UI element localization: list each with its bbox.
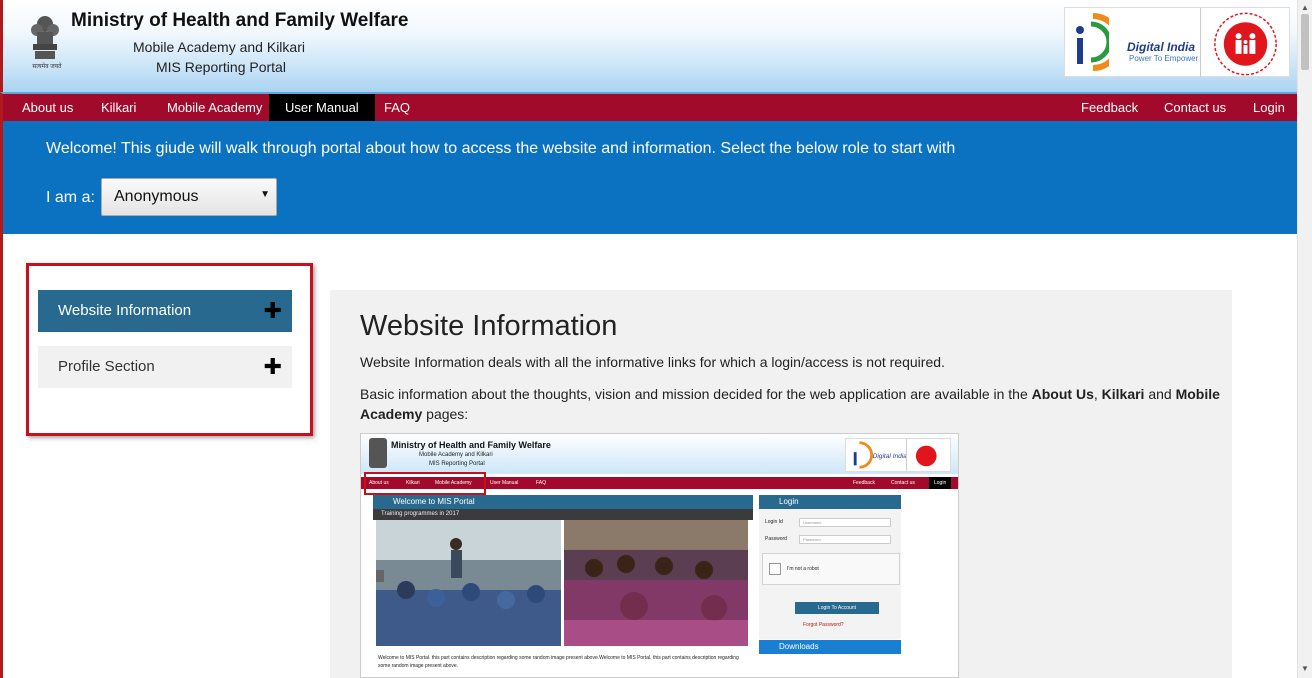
screenshot-subtitle-1: Mobile Academy and Kilkari — [419, 452, 493, 458]
welcome-text: Welcome! This giude will walk through po… — [46, 140, 956, 157]
nav-faq[interactable]: FAQ — [368, 94, 426, 121]
scroll-down-icon[interactable]: ▼ — [1301, 664, 1309, 673]
about-us-mention: About Us — [1031, 386, 1094, 402]
partner-logos: Digital India Power To Empower — [1064, 7, 1290, 78]
screenshot-subtitle-2: MIS Reporting Portal — [429, 461, 485, 467]
site-subtitle-1: Mobile Academy and Kilkari — [133, 39, 305, 55]
nav-contact-us[interactable]: Contact us — [1148, 94, 1242, 121]
plus-icon: ✚ — [263, 298, 282, 323]
chevron-down-icon: ▼ — [260, 189, 270, 200]
screenshot-downloads-title: Downloads — [759, 640, 901, 654]
screenshot-login-button: Login To Account — [795, 602, 879, 614]
nav-kilkari[interactable]: Kilkari — [85, 94, 152, 121]
digital-india-tagline: Power To Empower — [1129, 54, 1199, 63]
role-selected-value: Anonymous — [114, 188, 199, 205]
page: सत्यमेव जयते Ministry of Health and Fami… — [0, 0, 1312, 678]
sidebar-item-label: Website Information — [58, 302, 192, 319]
classroom-photo-left — [376, 520, 561, 646]
screenshot-forgot-password: Forgot Password? — [803, 622, 844, 628]
nav-about-us[interactable]: About us — [6, 94, 89, 121]
site-subtitle-2: MIS Reporting Portal — [156, 59, 286, 75]
svg-text:Digital India: Digital India — [873, 453, 908, 460]
content-title: Website Information — [360, 310, 618, 342]
main-nav: About us Kilkari Mobile Academy User Man… — [0, 92, 1297, 121]
screenshot-panel-subtitle: Training programmes in 2017 — [373, 509, 753, 520]
emblem-caption: सत्यमेव जयते — [32, 64, 62, 70]
national-emblem-icon — [31, 16, 59, 59]
nav-user-manual[interactable]: User Manual — [269, 94, 375, 121]
screenshot-title: Ministry of Health and Family Welfare — [391, 440, 551, 450]
sidebar-item-profile-section[interactable]: Profile Section ✚ — [38, 346, 292, 388]
screenshot-highlight-frame — [364, 472, 486, 495]
kilkari-mention: Kilkari — [1101, 386, 1145, 402]
page-scrollbar[interactable]: ▲ ▼ — [1297, 0, 1312, 678]
welcome-band: Welcome! This giude will walk through po… — [0, 121, 1297, 234]
scroll-up-icon[interactable]: ▲ — [1301, 3, 1309, 12]
screenshot-caption: Welcome to MIS Portal. this part contain… — [378, 655, 739, 669]
screenshot-captcha: I'm not a robot — [762, 553, 900, 585]
screenshot-login-title: Login — [759, 495, 901, 509]
site-header: सत्यमेव जयते Ministry of Health and Fami… — [0, 0, 1297, 92]
screenshot-panel-title: Welcome to MIS Portal — [373, 495, 753, 509]
sidebar-item-website-information[interactable]: Website Information ✚ — [38, 290, 292, 332]
content-paragraph-1: Website Information deals with all the i… — [360, 354, 945, 370]
role-select[interactable]: Anonymous ▼ — [101, 178, 277, 216]
sidebar-item-label: Profile Section — [58, 358, 155, 375]
role-label: I am a: — [46, 189, 95, 206]
screenshot-emblem-icon — [369, 438, 387, 468]
screenshot-header: Ministry of Health and Family Welfare Mo… — [361, 434, 958, 474]
nav-login[interactable]: Login — [1237, 94, 1301, 121]
nav-feedback[interactable]: Feedback — [1065, 94, 1154, 121]
scrollbar-thumb[interactable] — [1301, 14, 1309, 70]
site-title: Ministry of Health and Family Welfare — [71, 10, 409, 31]
classroom-photo-right — [564, 520, 748, 646]
content-paragraph-2: Basic information about the thoughts, vi… — [360, 386, 1220, 422]
plus-icon: ✚ — [263, 354, 282, 379]
embedded-portal-screenshot: Ministry of Health and Family Welfare Mo… — [360, 433, 959, 678]
nav-mobile-academy[interactable]: Mobile Academy — [151, 94, 278, 121]
digital-india-logo-icon — [1076, 13, 1109, 71]
screenshot-logos-icon: Digital India — [845, 438, 951, 472]
left-border — [0, 234, 3, 678]
screenshot-login-panel: Login Id Username Password Password I'm … — [759, 509, 901, 639]
digital-india-name: Digital India — [1127, 40, 1196, 54]
national-health-mission-logo-icon — [1200, 8, 1277, 78]
